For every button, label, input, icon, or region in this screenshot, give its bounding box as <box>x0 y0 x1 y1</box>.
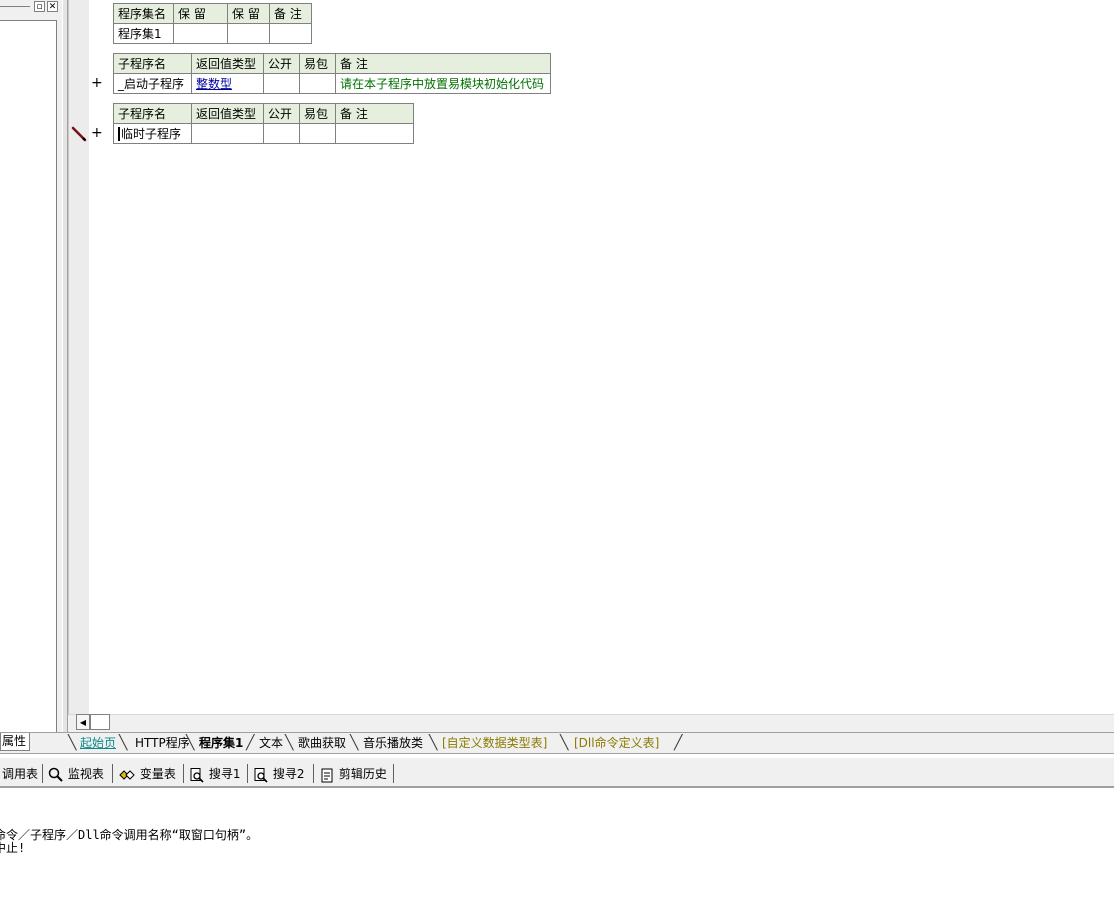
var-table-label: 变量表 <box>139 767 176 781</box>
toolbar-divider <box>183 764 184 783</box>
toolbar-divider <box>42 764 43 783</box>
assembly-name-cell[interactable]: 程序集1 <box>113 23 174 44</box>
call-table-button[interactable]: 调用表 <box>2 766 38 782</box>
tab-text[interactable]: 文本 <box>259 735 283 751</box>
col-header: 子程序名 <box>113 103 192 124</box>
pkg-cell[interactable] <box>299 123 336 144</box>
reserved-cell[interactable] <box>227 23 270 44</box>
restore-icon[interactable]: ▫ <box>34 1 45 12</box>
horizontal-scrollbar[interactable] <box>68 714 1114 732</box>
col-header: 易包 <box>299 103 336 124</box>
tab-separator: ╲ <box>429 735 438 751</box>
remark-cell[interactable] <box>335 123 414 144</box>
col-header: 保 留 <box>227 3 270 24</box>
tab-assembly1[interactable]: 程序集1 <box>199 735 243 751</box>
tab-song-fetch[interactable]: 歌曲获取 <box>298 735 346 751</box>
variables-icon <box>119 769 135 780</box>
search1-button[interactable]: 搜寻1 <box>189 766 241 783</box>
output-line: 中止! <box>0 841 26 855</box>
watch-table-label: 监视表 <box>67 767 104 781</box>
pencil-icon <box>71 126 87 145</box>
return-type-cell[interactable]: 整数型 <box>191 73 264 94</box>
col-header: 易包 <box>299 53 336 74</box>
col-header: 程序集名 <box>113 3 174 24</box>
tab-http[interactable]: HTTP程序 <box>135 735 190 751</box>
sub-name-text[interactable]: 临时子程序 <box>118 127 182 141</box>
tab-music-player[interactable]: 音乐播放类 <box>363 735 423 751</box>
titlebar-grip <box>0 6 30 7</box>
tab-custom-types[interactable]: [自定义数据类型表] <box>442 735 547 751</box>
property-panel-body <box>0 20 57 732</box>
sub-name-cell[interactable]: _启动子程序 <box>113 73 192 94</box>
var-table-button[interactable]: 变量表 <box>118 766 176 782</box>
tab-separator: ╲ <box>285 735 294 751</box>
pkg-cell[interactable] <box>299 73 336 94</box>
tab-properties[interactable]: 属性 <box>0 733 30 751</box>
close-icon[interactable]: ✕ <box>47 1 58 12</box>
tab-separator: ╱ <box>674 735 683 751</box>
public-cell[interactable] <box>263 73 300 94</box>
reserved-cell[interactable] <box>173 23 228 44</box>
search2-button[interactable]: 搜寻2 <box>253 766 305 783</box>
search2-label: 搜寻2 <box>272 767 305 781</box>
clip-history-button[interactable]: 剪辑历史 <box>319 766 387 782</box>
return-type-link[interactable]: 整数型 <box>196 77 232 91</box>
expand-button[interactable]: + <box>91 75 103 91</box>
tab-separator: ╲ <box>350 735 359 751</box>
tab-separator: ╱ <box>246 735 255 751</box>
search-doc-icon <box>190 767 204 783</box>
toolbar-divider <box>313 764 314 783</box>
sub-name-cell[interactable]: 临时子程序 <box>113 123 192 144</box>
tab-separator: ╲ <box>560 735 569 751</box>
tab-separator: ╲ <box>186 735 195 751</box>
tab-dll-commands[interactable]: [Dll命令定义表] <box>574 735 659 751</box>
subroutine-table: 子程序名 返回值类型 公开 易包 备 注 临时子程序 <box>113 103 414 144</box>
arrow-left-icon[interactable]: ◀ <box>76 714 90 730</box>
search-doc-icon <box>254 767 268 783</box>
col-header: 返回值类型 <box>191 103 264 124</box>
watch-table-button[interactable]: 监视表 <box>48 766 104 782</box>
toolbar-divider <box>112 764 113 783</box>
remark-cell[interactable]: 请在本子程序中放置易模块初始化代码 <box>335 73 551 94</box>
col-header: 备 注 <box>335 103 414 124</box>
col-header: 保 留 <box>173 3 228 24</box>
col-header: 返回值类型 <box>191 53 264 74</box>
clipboard-icon <box>321 768 333 782</box>
search1-label: 搜寻1 <box>208 767 241 781</box>
output-line: 命令／子程序／Dll命令调用名称“取窗口句柄”。 <box>0 828 259 842</box>
remark-cell[interactable] <box>269 23 312 44</box>
public-cell[interactable] <box>263 123 300 144</box>
tab-separator: ╲ <box>68 735 77 751</box>
col-header: 备 注 <box>269 3 312 24</box>
clip-history-label: 剪辑历史 <box>338 767 387 781</box>
col-header: 公开 <box>263 103 300 124</box>
col-header: 公开 <box>263 53 300 74</box>
col-header: 备 注 <box>335 53 551 74</box>
return-type-cell[interactable] <box>191 123 264 144</box>
subroutine-table: 子程序名 返回值类型 公开 易包 备 注 _启动子程序 整数型 请在本子程序中放… <box>113 53 551 94</box>
scroll-thumb[interactable] <box>90 714 110 730</box>
tab-separator: ╲ <box>119 735 128 751</box>
col-header: 子程序名 <box>113 53 192 74</box>
assembly-table: 程序集名 保 留 保 留 备 注 程序集1 <box>113 3 312 44</box>
toolbar-divider <box>393 764 394 783</box>
expand-button[interactable]: + <box>91 125 103 141</box>
magnifier-icon <box>48 767 63 782</box>
editor-gutter <box>68 0 89 714</box>
toolbar-divider <box>247 764 248 783</box>
tab-start-page[interactable]: 起始页 <box>80 735 116 751</box>
